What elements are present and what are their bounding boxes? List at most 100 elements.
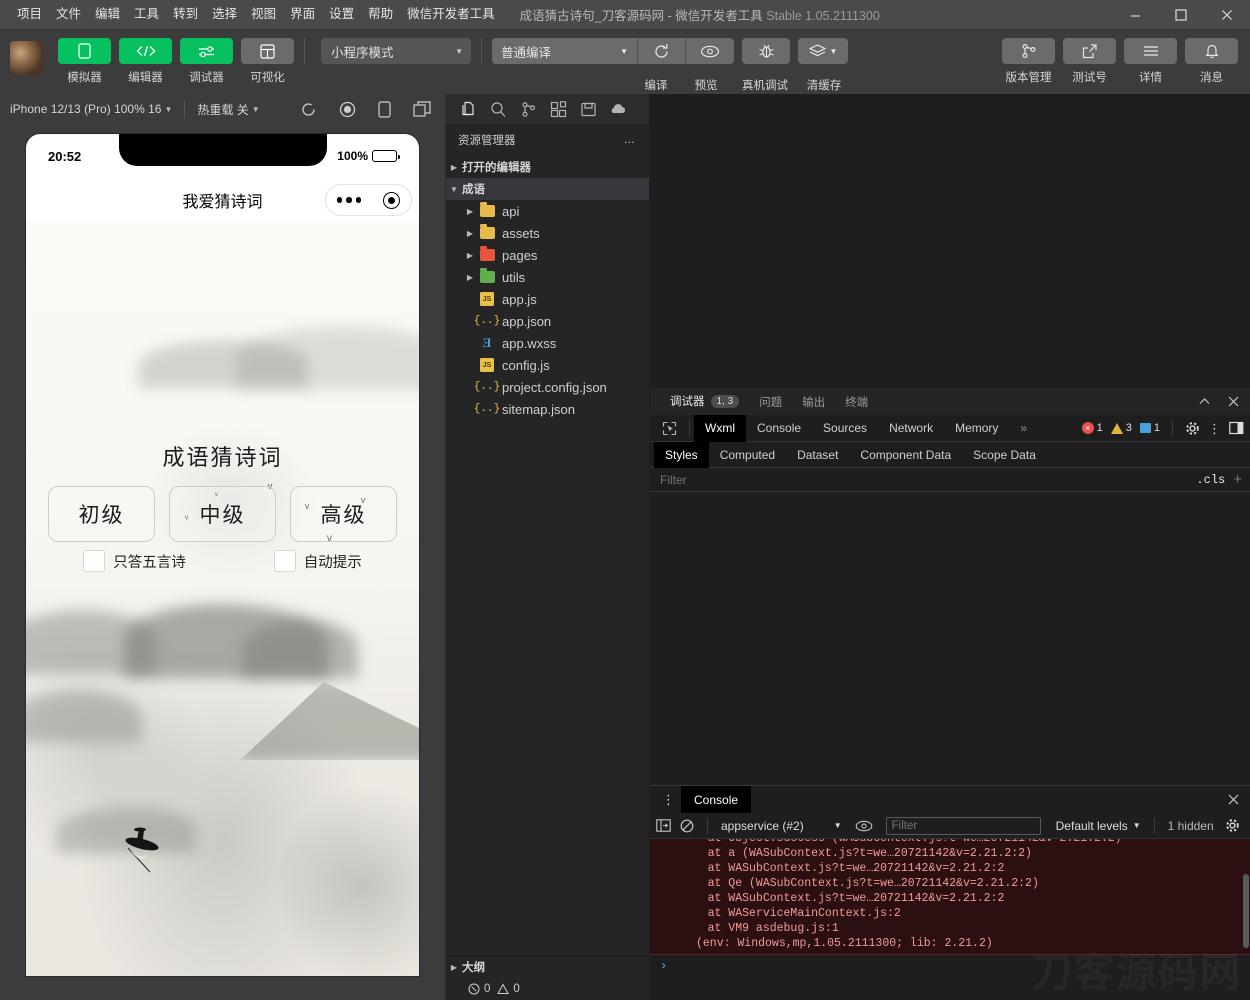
gear-icon[interactable] bbox=[1225, 818, 1240, 833]
tree-item-assets[interactable]: ▶ assets bbox=[446, 222, 649, 244]
multi-window-icon[interactable] bbox=[413, 101, 431, 117]
add-rule-button[interactable]: + bbox=[1233, 471, 1250, 488]
save-icon[interactable] bbox=[574, 96, 602, 122]
devtools-tab-console[interactable]: Console bbox=[746, 415, 812, 442]
level-button-advanced[interactable]: 高级 bbox=[290, 486, 397, 542]
menu-item-settings[interactable]: 设置 bbox=[322, 4, 361, 25]
dock-icon[interactable] bbox=[1229, 421, 1244, 435]
kebab-menu-icon[interactable]: ⋮ bbox=[1208, 422, 1221, 435]
cloud-icon[interactable] bbox=[604, 96, 632, 122]
sidebar-icon[interactable] bbox=[656, 819, 671, 832]
section-project-root[interactable]: ▼ 成语 bbox=[446, 178, 649, 200]
mode-tab-editor[interactable]: 编辑器 bbox=[119, 38, 172, 85]
compile-mode-select[interactable]: 普通编译 ▼ bbox=[492, 38, 638, 64]
rotate-device-icon[interactable] bbox=[378, 101, 391, 118]
hot-reload-select[interactable]: 热重载 关 bbox=[197, 101, 248, 118]
menu-item-select[interactable]: 选择 bbox=[205, 4, 244, 25]
explorer-more-icon[interactable]: … bbox=[624, 134, 638, 146]
gear-icon[interactable] bbox=[1185, 421, 1200, 436]
tree-item-utils[interactable]: ▶ utils bbox=[446, 266, 649, 288]
drawer-tab-console[interactable]: Console bbox=[681, 786, 751, 813]
tree-item-app-json[interactable]: {..} app.json bbox=[446, 310, 649, 332]
menu-item-file[interactable]: 文件 bbox=[49, 4, 88, 25]
more-icon[interactable] bbox=[337, 197, 362, 203]
details-button[interactable]: 详情 bbox=[1124, 38, 1177, 85]
search-icon[interactable] bbox=[484, 96, 512, 122]
close-miniprogram-icon[interactable] bbox=[383, 192, 400, 209]
record-icon[interactable] bbox=[339, 101, 356, 118]
capsule-buttons[interactable] bbox=[325, 184, 412, 216]
section-open-editors[interactable]: ▶ 打开的编辑器 bbox=[446, 156, 649, 178]
warning-count[interactable]: 3 bbox=[1111, 422, 1132, 434]
extensions-icon[interactable] bbox=[544, 96, 572, 122]
eye-icon[interactable] bbox=[855, 820, 873, 832]
cls-toggle[interactable]: .cls bbox=[1196, 473, 1233, 487]
user-avatar[interactable] bbox=[10, 41, 44, 75]
tree-item-project-config[interactable]: {..} project.config.json bbox=[446, 376, 649, 398]
devtools-tab-sources[interactable]: Sources bbox=[812, 415, 878, 442]
chevron-up-icon[interactable] bbox=[1198, 395, 1211, 408]
level-button-intermediate[interactable]: 中级 bbox=[169, 486, 276, 542]
console-context-select[interactable]: appservice (#2) ▼ bbox=[721, 819, 842, 833]
mode-tab-simulator[interactable]: 模拟器 bbox=[58, 38, 111, 85]
console-error-entry[interactable]: at Object.success (WASubContext.js?t=we…… bbox=[650, 839, 1250, 955]
menu-item-help[interactable]: 帮助 bbox=[361, 4, 400, 25]
devtools-tab-overflow[interactable]: » bbox=[1009, 415, 1038, 442]
panel-tab-debugger[interactable]: 调试器 1, 3 bbox=[660, 388, 749, 416]
section-outline[interactable]: ▶ 大纲 bbox=[446, 956, 649, 978]
devtools-tab-network[interactable]: Network bbox=[878, 415, 944, 442]
checkbox-box[interactable] bbox=[274, 550, 296, 572]
info-count[interactable]: 1 bbox=[1140, 422, 1160, 434]
checkbox-box[interactable] bbox=[83, 550, 105, 572]
mode-tab-visual[interactable]: 可视化 bbox=[241, 38, 294, 85]
menu-item-tools[interactable]: 工具 bbox=[127, 4, 166, 25]
maximize-icon[interactable] bbox=[1158, 0, 1204, 30]
console-scrollbar[interactable] bbox=[1242, 839, 1250, 1000]
messages-button[interactable]: 消息 bbox=[1185, 38, 1238, 85]
checkbox-auto-hint[interactable]: 自动提示 bbox=[274, 550, 362, 572]
menu-item-goto[interactable]: 转到 bbox=[166, 4, 205, 25]
kebab-menu-icon[interactable]: ⋮ bbox=[656, 793, 681, 806]
console-filter-input[interactable] bbox=[886, 817, 1041, 835]
devtools-tab-memory[interactable]: Memory bbox=[944, 415, 1009, 442]
clear-console-icon[interactable] bbox=[680, 819, 694, 833]
menu-item-devtools[interactable]: 微信开发者工具 bbox=[400, 4, 502, 25]
styles-tab-dataset[interactable]: Dataset bbox=[786, 442, 849, 468]
close-icon[interactable] bbox=[1227, 395, 1240, 408]
tree-item-pages[interactable]: ▶ pages bbox=[446, 244, 649, 266]
test-account-button[interactable]: 测试号 bbox=[1063, 38, 1116, 85]
styles-tab-styles[interactable]: Styles bbox=[654, 442, 709, 468]
menu-item-interface[interactable]: 界面 bbox=[283, 4, 322, 25]
source-control-icon[interactable] bbox=[514, 96, 542, 122]
menu-item-edit[interactable]: 编辑 bbox=[88, 4, 127, 25]
styles-tab-component-data[interactable]: Component Data bbox=[849, 442, 962, 468]
styles-tab-computed[interactable]: Computed bbox=[709, 442, 786, 468]
tree-item-config-js[interactable]: JS config.js bbox=[446, 354, 649, 376]
preview-button[interactable] bbox=[686, 38, 734, 64]
inspect-element-icon[interactable] bbox=[654, 421, 685, 436]
devtools-tab-wxml[interactable]: Wxml bbox=[694, 415, 746, 442]
error-count[interactable]: × 1 bbox=[1082, 422, 1103, 434]
menu-item-view[interactable]: 视图 bbox=[244, 4, 283, 25]
menu-item-project[interactable]: 项目 bbox=[10, 4, 49, 25]
mode-tab-debugger[interactable]: 调试器 bbox=[180, 38, 233, 85]
compile-button[interactable] bbox=[638, 38, 686, 64]
refresh-icon[interactable] bbox=[300, 101, 317, 118]
tree-item-app-wxss[interactable]: Ǝ app.wxss bbox=[446, 332, 649, 354]
phone-screen[interactable]: 20:52 100% 我爱猜诗词 bbox=[26, 134, 419, 976]
panel-tab-output[interactable]: 输出 bbox=[792, 388, 835, 416]
tree-item-app-js[interactable]: JS app.js bbox=[446, 288, 649, 310]
device-select[interactable]: iPhone 12/13 (Pro) 100% 16 bbox=[10, 102, 161, 116]
styles-tab-scope-data[interactable]: Scope Data bbox=[962, 442, 1047, 468]
close-icon[interactable] bbox=[1227, 793, 1240, 806]
panel-tab-problems[interactable]: 问题 bbox=[749, 388, 792, 416]
tree-item-api[interactable]: ▶ api bbox=[446, 200, 649, 222]
checkbox-five-char-poem[interactable]: 只答五言诗 bbox=[83, 550, 186, 572]
console-output[interactable]: at Object.success (WASubContext.js?t=we…… bbox=[650, 839, 1250, 1000]
console-level-select[interactable]: Default levels ▼ bbox=[1056, 819, 1141, 833]
project-mode-select[interactable]: 小程序模式 ▼ bbox=[321, 38, 471, 64]
close-icon[interactable] bbox=[1204, 0, 1250, 30]
panel-tab-terminal[interactable]: 终端 bbox=[835, 388, 878, 416]
explorer-problems[interactable]: 0 0 bbox=[446, 978, 649, 1000]
styles-filter-input[interactable] bbox=[650, 473, 1196, 487]
